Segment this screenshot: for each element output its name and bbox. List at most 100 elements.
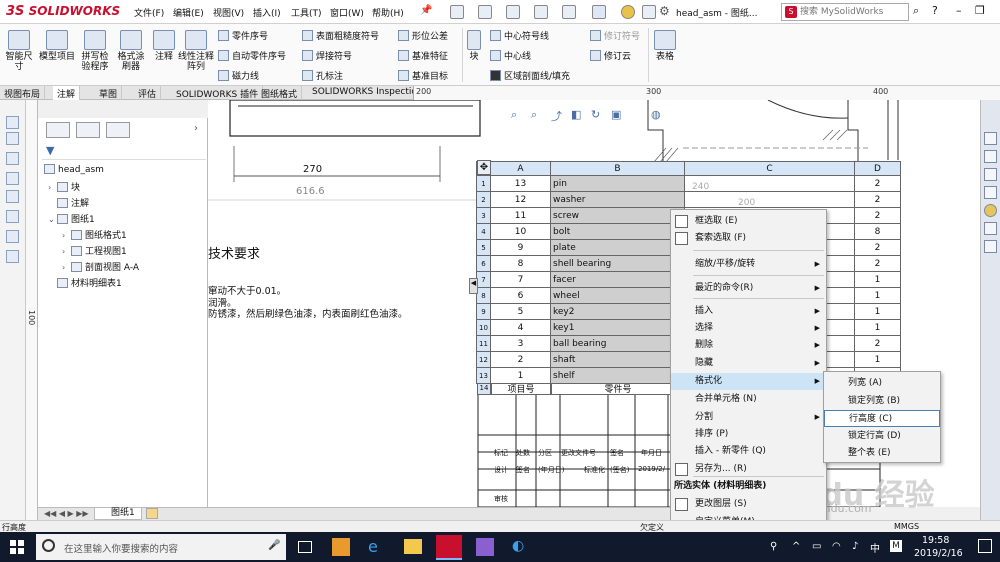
outlook-app-icon[interactable] [332,538,350,556]
undo-icon[interactable] [562,5,576,19]
submenu-item-column-width[interactable]: 列宽 (A) [824,375,940,392]
traffic-light-icon[interactable] [621,5,635,19]
annotation-tool-icon[interactable] [6,210,19,223]
property-manager-tab-icon[interactable] [76,122,100,138]
filter-icon[interactable]: ▼ [46,144,54,157]
dimension-200[interactable]: 200 [738,198,755,208]
menu-item-sort[interactable]: 排序 (P) [671,426,826,443]
block-button[interactable]: 块 [464,30,484,62]
bom-part-number[interactable]: ball bearing [550,335,685,352]
bom-quantity[interactable]: 2 [854,255,901,272]
technical-requirements-title[interactable]: 技术要求 [208,243,260,262]
search-box[interactable]: S [781,3,909,21]
taskbar-search-box[interactable]: 在这里输入你要搜索的内容 🎤 [36,534,286,560]
bom-quantity[interactable]: 1 [854,351,901,368]
bom-item-number[interactable]: 8 [490,255,551,272]
app-icon[interactable]: ◐ [512,538,530,556]
restore-icon[interactable]: ❐ [975,4,985,17]
config-manager-tab-icon[interactable] [106,122,130,138]
zoom-area-icon[interactable]: ⌕ [531,108,537,122]
tree-item-bom[interactable]: 材料明细表1 [48,276,122,289]
show-hidden-icons[interactable]: ^ [792,541,800,552]
tree-item-annotations[interactable]: 注解 [48,196,89,209]
wifi-icon[interactable]: ◠ [832,541,841,552]
bom-header-part-number[interactable]: 零件号 [551,383,685,395]
pin-icon[interactable]: 📌 [420,5,432,16]
menu-item-lasso-select[interactable]: 套索选取 (F) [671,230,826,247]
display-style-icon[interactable]: ◍ [651,108,661,121]
bom-item-number[interactable]: 4 [490,319,551,336]
menu-item-formatting[interactable]: 格式化 ▶ [671,373,826,390]
submenu-item-row-height[interactable]: 行高度 (C) [824,410,940,427]
annotation-tool-icon[interactable] [6,250,19,263]
bom-column-header[interactable]: B [550,161,685,176]
task-view-icon[interactable] [298,541,312,553]
microphone-icon[interactable]: 🎤 [268,540,280,551]
tree-item-section-view[interactable]: › 剖面视图 A-A [62,260,139,273]
annotation-tool-icon[interactable] [6,172,19,185]
bom-part-number[interactable]: key2 [550,303,685,320]
table-move-handle-icon[interactable]: ✥ [477,160,491,175]
feature-tree-tab-icon[interactable] [46,122,70,138]
tree-item-root[interactable]: head_asm [44,164,104,175]
tree-item-drawing-view[interactable]: › 工程视图1 [62,244,127,257]
bom-quantity[interactable]: 2 [854,335,901,352]
bom-quantity[interactable]: 1 [854,287,901,304]
weld-symbol-button[interactable]: 焊接符号 [302,49,352,62]
bom-quantity[interactable]: 2 [854,239,901,256]
network-icon[interactable]: ▭ [812,541,821,552]
bom-row-number[interactable]: 1 [476,175,491,192]
file-explorer-icon[interactable] [984,186,997,199]
bom-item-number[interactable]: 5 [490,303,551,320]
taskbar-time[interactable]: 19:58 [922,535,949,546]
bom-part-number[interactable]: wheel [550,287,685,304]
table-row[interactable]: 2 12 washer 2 [476,191,901,208]
bom-part-number[interactable]: screw [550,207,685,224]
bom-item-number[interactable]: 12 [490,191,551,208]
bom-quantity[interactable]: 1 [854,271,901,288]
resources-icon[interactable] [984,150,997,163]
bom-item-number[interactable]: 13 [490,175,551,192]
menu-item-insert-new-part[interactable]: 插入 - 新零件 (Q) [671,443,826,460]
table-row[interactable]: 1 13 pin 2 [476,175,901,192]
menu-item-select[interactable]: 选择 ▶ [671,320,826,337]
menu-view[interactable]: 视图(V) [213,6,244,19]
center-mark-button[interactable]: 中心符号线 [490,29,549,42]
file-explorer-app-icon[interactable] [404,539,422,554]
bom-quantity[interactable]: 2 [854,191,901,208]
zoom-to-fit-icon[interactable]: ⌕ [511,108,517,122]
notification-icon[interactable] [978,539,992,553]
annotation-tool-icon[interactable] [6,230,19,243]
bom-row-number[interactable]: 12 [476,351,491,368]
bom-header-item-number[interactable]: 项目号 [491,383,551,395]
annotation-tool-icon[interactable] [6,116,19,129]
bom-part-number[interactable]: bolt [550,223,685,240]
bom-row-number[interactable]: 3 [476,207,491,224]
sheet-tab-sheet1[interactable]: 图纸1 [94,507,142,520]
windows-start-icon[interactable] [10,540,24,554]
bom-part-number[interactable]: shell bearing [550,255,685,272]
bom-row-number[interactable]: 6 [476,255,491,272]
bom-header-row-number[interactable]: 14 [477,383,491,395]
tab-annotation[interactable]: 注解 [53,86,81,100]
edge-browser-icon[interactable]: e [368,538,386,556]
search-input[interactable] [800,5,890,19]
bom-item-number[interactable]: 1 [490,367,551,384]
tab-sheet-format[interactable]: 图纸格式 [257,86,303,100]
solidworks-app-icon[interactable] [436,535,462,560]
bom-row-number[interactable]: 13 [476,367,491,384]
menu-item-delete[interactable]: 删除 ▶ [671,337,826,354]
expand-arrow-icon[interactable]: › [62,263,71,272]
status-units[interactable]: MMGS [894,522,919,531]
minimize-icon[interactable]: – [956,4,962,17]
tab-solidworks-inspection[interactable]: SOLIDWORKS Inspection [308,86,428,100]
collapse-arrow-icon[interactable]: ⌄ [48,215,57,224]
dimension-240[interactable]: 240 [692,182,709,192]
bom-part-number[interactable]: key1 [550,319,685,336]
help-icon[interactable]: ? [932,4,938,17]
menu-file[interactable]: 文件(F) [134,6,164,19]
tech-requirement-line[interactable]: 防锈漆，然后刷绿色油漆，内表面刷红色油漆。 [208,306,408,320]
bom-row-number[interactable]: 10 [476,319,491,336]
tab-evaluate[interactable]: 评估 [134,86,162,100]
surface-finish-button[interactable]: 表面粗糙度符号 [302,29,379,42]
